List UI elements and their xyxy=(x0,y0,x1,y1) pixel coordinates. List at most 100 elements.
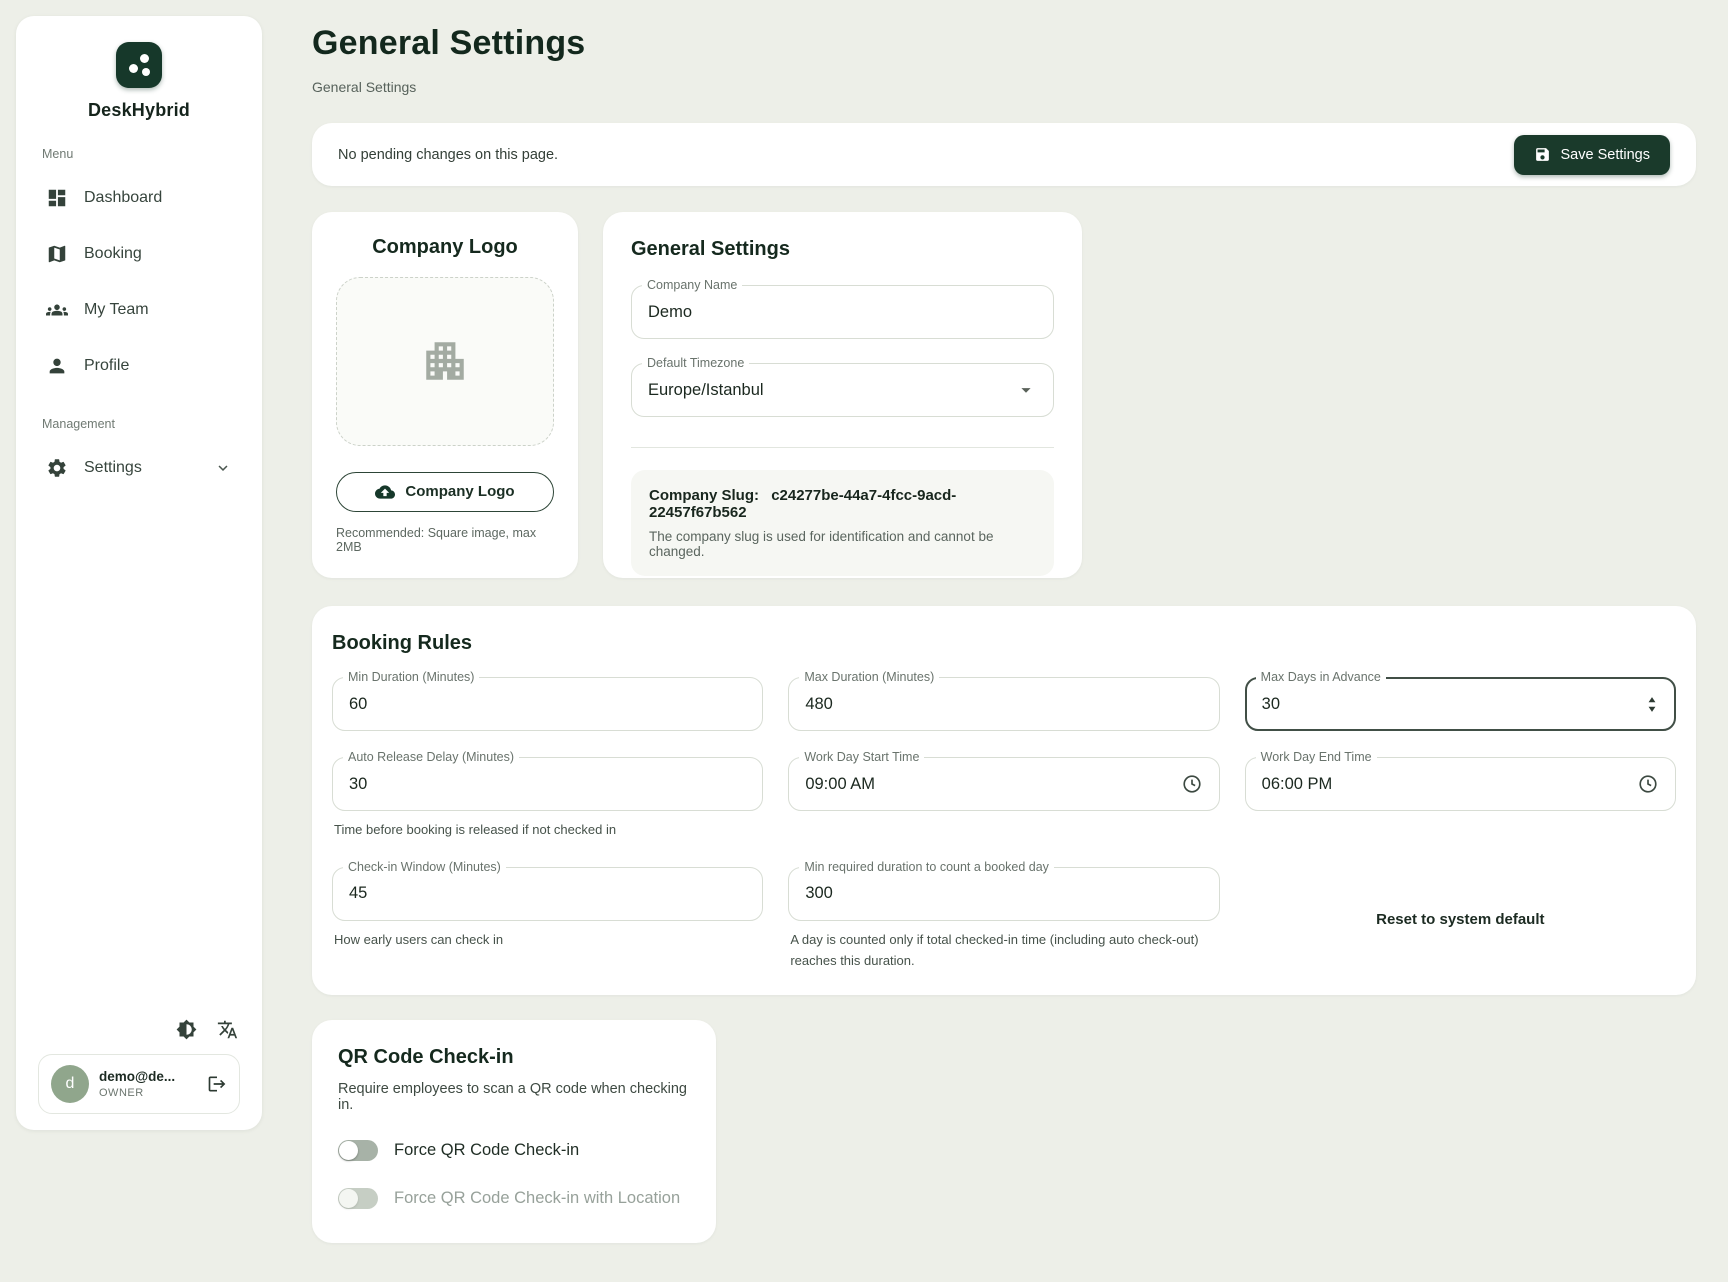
number-spinner[interactable] xyxy=(1645,696,1659,713)
checkin-window-label: Check-in Window (Minutes) xyxy=(343,859,506,875)
sidebar-item-booking[interactable]: Booking xyxy=(38,229,240,279)
sidebar-item-dashboard[interactable]: Dashboard xyxy=(38,173,240,223)
dropdown-arrow-icon xyxy=(1015,379,1037,401)
work-start-cell: Work Day Start Time xyxy=(788,757,1219,841)
company-slug-label: Company Slug: xyxy=(649,487,759,504)
sidebar-item-profile[interactable]: Profile xyxy=(38,341,240,391)
qr-card-description: Require employees to scan a QR code when… xyxy=(338,1081,690,1113)
save-settings-button[interactable]: Save Settings xyxy=(1514,135,1670,175)
sidebar-item-label: Dashboard xyxy=(84,189,162,207)
sidebar-tools xyxy=(38,1019,240,1054)
people-group-icon xyxy=(46,299,68,321)
user-card[interactable]: d demo@de... OWNER xyxy=(38,1054,240,1114)
logo-dropzone[interactable] xyxy=(336,277,554,446)
min-duration-input[interactable] xyxy=(349,695,746,714)
general-settings-card-title: General Settings xyxy=(631,238,1054,261)
person-icon xyxy=(46,355,68,377)
dashboard-icon xyxy=(46,187,68,209)
max-days-cell: Max Days in Advance xyxy=(1245,677,1676,731)
booking-rules-card: Booking Rules Min Duration (Minutes) Max… xyxy=(312,606,1696,995)
work-day-end-label: Work Day End Time xyxy=(1256,749,1377,765)
clock-icon[interactable] xyxy=(1181,773,1203,795)
upload-button-label: Company Logo xyxy=(405,483,514,500)
upload-company-logo-button[interactable]: Company Logo xyxy=(336,472,554,512)
pending-message: No pending changes on this page. xyxy=(338,147,558,163)
timezone-select[interactable]: Europe/Istanbul xyxy=(631,363,1054,417)
work-day-start-field: Work Day Start Time xyxy=(788,757,1219,811)
reset-to-default-button[interactable]: Reset to system default xyxy=(1376,911,1544,928)
cloud-upload-icon xyxy=(375,482,395,502)
deskhybrid-logo-icon xyxy=(116,42,162,88)
translate-icon[interactable] xyxy=(217,1019,238,1040)
work-day-end-field: Work Day End Time xyxy=(1245,757,1676,811)
min-duration-field: Min Duration (Minutes) xyxy=(332,677,763,731)
work-day-start-label: Work Day Start Time xyxy=(799,749,924,765)
checkin-window-cell: Check-in Window (Minutes) How early user… xyxy=(332,867,763,972)
sidebar: DeskHybrid Menu Dashboard Booking My Tea… xyxy=(16,16,262,1130)
max-duration-label: Max Duration (Minutes) xyxy=(799,669,939,685)
force-qr-checkin-row: Force QR Code Check-in xyxy=(338,1140,690,1161)
default-timezone-label: Default Timezone xyxy=(642,355,749,371)
pending-changes-bar: No pending changes on this page. Save Se… xyxy=(312,123,1696,186)
sidebar-item-my-team[interactable]: My Team xyxy=(38,285,240,335)
avatar: d xyxy=(51,1065,89,1103)
spinner-down-icon[interactable] xyxy=(1645,705,1659,713)
force-qr-location-row: Force QR Code Check-in with Location xyxy=(338,1188,690,1209)
user-meta: demo@de... OWNER xyxy=(99,1069,197,1099)
work-day-end-input[interactable] xyxy=(1262,775,1637,794)
reset-cell: Reset to system default xyxy=(1245,867,1676,972)
theme-toggle-icon[interactable] xyxy=(176,1019,197,1040)
min-required-duration-field: Min required duration to count a booked … xyxy=(788,867,1219,921)
sidebar-item-label: Profile xyxy=(84,357,129,375)
min-required-helper-text: A day is counted only if total checked-i… xyxy=(790,930,1217,972)
checkin-window-input[interactable] xyxy=(349,884,746,903)
management-section-label: Management xyxy=(42,417,236,431)
max-days-in-advance-input[interactable] xyxy=(1262,695,1645,714)
auto-release-cell: Auto Release Delay (Minutes) Time before… xyxy=(332,757,763,841)
breadcrumb: General Settings xyxy=(312,79,1696,95)
sidebar-item-label: Settings xyxy=(84,459,142,477)
spinner-up-icon[interactable] xyxy=(1645,696,1659,704)
qr-code-checkin-card: QR Code Check-in Require employees to sc… xyxy=(312,1020,716,1243)
user-role-badge: OWNER xyxy=(99,1087,197,1099)
gear-icon xyxy=(46,457,68,479)
min-required-duration-input[interactable] xyxy=(805,884,1202,903)
min-duration-cell: Min Duration (Minutes) xyxy=(332,677,763,731)
auto-release-delay-input[interactable] xyxy=(349,775,746,794)
force-qr-checkin-toggle[interactable] xyxy=(338,1140,378,1161)
menu-section-label: Menu xyxy=(42,147,236,161)
min-required-cell: Min required duration to count a booked … xyxy=(788,867,1219,972)
qr-card-title: QR Code Check-in xyxy=(338,1046,690,1069)
main-content: General Settings General Settings No pen… xyxy=(312,24,1696,1243)
work-end-cell: Work Day End Time xyxy=(1245,757,1676,841)
max-days-in-advance-field: Max Days in Advance xyxy=(1245,677,1676,731)
divider xyxy=(631,447,1054,448)
company-slug-box: Company Slug: c24277be-44a7-4fcc-9acd-22… xyxy=(631,470,1054,576)
company-logo-card: Company Logo Company Logo Recommended: S… xyxy=(312,212,578,578)
building-icon xyxy=(420,336,470,386)
company-name-input[interactable] xyxy=(648,303,1037,322)
sidebar-item-label: My Team xyxy=(84,301,149,319)
save-floppy-icon xyxy=(1534,146,1551,163)
clock-icon[interactable] xyxy=(1637,773,1659,795)
max-duration-input[interactable] xyxy=(805,695,1202,714)
checkin-window-helper-text: How early users can check in xyxy=(334,930,761,951)
logout-icon[interactable] xyxy=(207,1074,227,1094)
company-slug-note: The company slug is used for identificat… xyxy=(649,529,1036,559)
booking-rules-title: Booking Rules xyxy=(332,632,1676,655)
company-name-label: Company Name xyxy=(642,277,742,293)
sidebar-item-settings[interactable]: Settings xyxy=(38,443,240,493)
company-name-field: Company Name xyxy=(631,285,1054,339)
max-duration-field: Max Duration (Minutes) xyxy=(788,677,1219,731)
checkin-window-field: Check-in Window (Minutes) xyxy=(332,867,763,921)
auto-release-delay-field: Auto Release Delay (Minutes) xyxy=(332,757,763,811)
user-email: demo@de... xyxy=(99,1069,197,1084)
map-icon xyxy=(46,243,68,265)
force-qr-location-toggle xyxy=(338,1188,378,1209)
default-timezone-field: Default Timezone Europe/Istanbul xyxy=(631,363,1054,417)
save-settings-label: Save Settings xyxy=(1561,147,1650,163)
company-logo-card-title: Company Logo xyxy=(372,236,518,259)
auto-release-helper-text: Time before booking is released if not c… xyxy=(334,820,761,841)
work-day-start-input[interactable] xyxy=(805,775,1180,794)
page-title: General Settings xyxy=(312,24,1696,63)
